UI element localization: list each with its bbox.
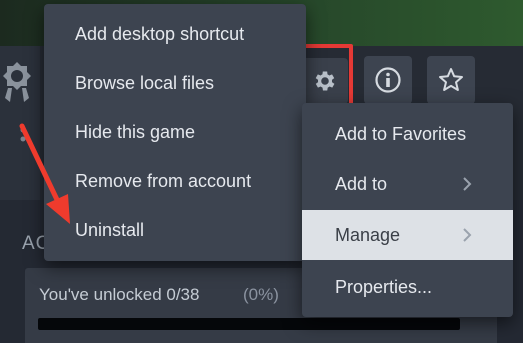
menu-item-label: Properties... (335, 277, 433, 297)
settings-context-menu: Add to Favorites Add to Manage Propertie… (302, 103, 513, 317)
menu-item-label: Add to (335, 174, 388, 194)
menu-item-add-to[interactable]: Add to (302, 159, 513, 209)
achievement-progress-bar (38, 318, 460, 330)
achievement-unlocked-text: You've unlocked 0/38 (39, 285, 200, 304)
menu-item-uninstall[interactable]: Uninstall (75, 215, 144, 245)
more-icon (20, 127, 26, 142)
achievement-icon (3, 62, 31, 102)
info-icon (375, 67, 401, 93)
menu-item-label: Add to Favorites (335, 124, 467, 144)
chevron-right-icon (463, 228, 472, 242)
menu-item-manage[interactable]: Manage (302, 210, 513, 260)
menu-item-hide-this-game[interactable]: Hide this game (75, 117, 195, 147)
achievement-unlocked-percent: (0%) (243, 285, 279, 304)
menu-item-label: Manage (335, 225, 401, 245)
favorite-button[interactable] (427, 56, 475, 104)
menu-item-add-desktop-shortcut[interactable]: Add desktop shortcut (75, 19, 244, 49)
menu-item-remove-from-account[interactable]: Remove from account (75, 166, 251, 196)
menu-item-browse-local-files[interactable]: Browse local files (75, 68, 214, 98)
star-icon (439, 68, 463, 91)
menu-item-add-to-favorites[interactable]: Add to Favorites (302, 109, 513, 159)
menu-item-properties[interactable]: Properties... (302, 262, 513, 312)
info-button[interactable] (364, 56, 412, 104)
manage-submenu: Add desktop shortcut Browse local files … (44, 4, 306, 261)
chevron-right-icon (463, 177, 472, 191)
